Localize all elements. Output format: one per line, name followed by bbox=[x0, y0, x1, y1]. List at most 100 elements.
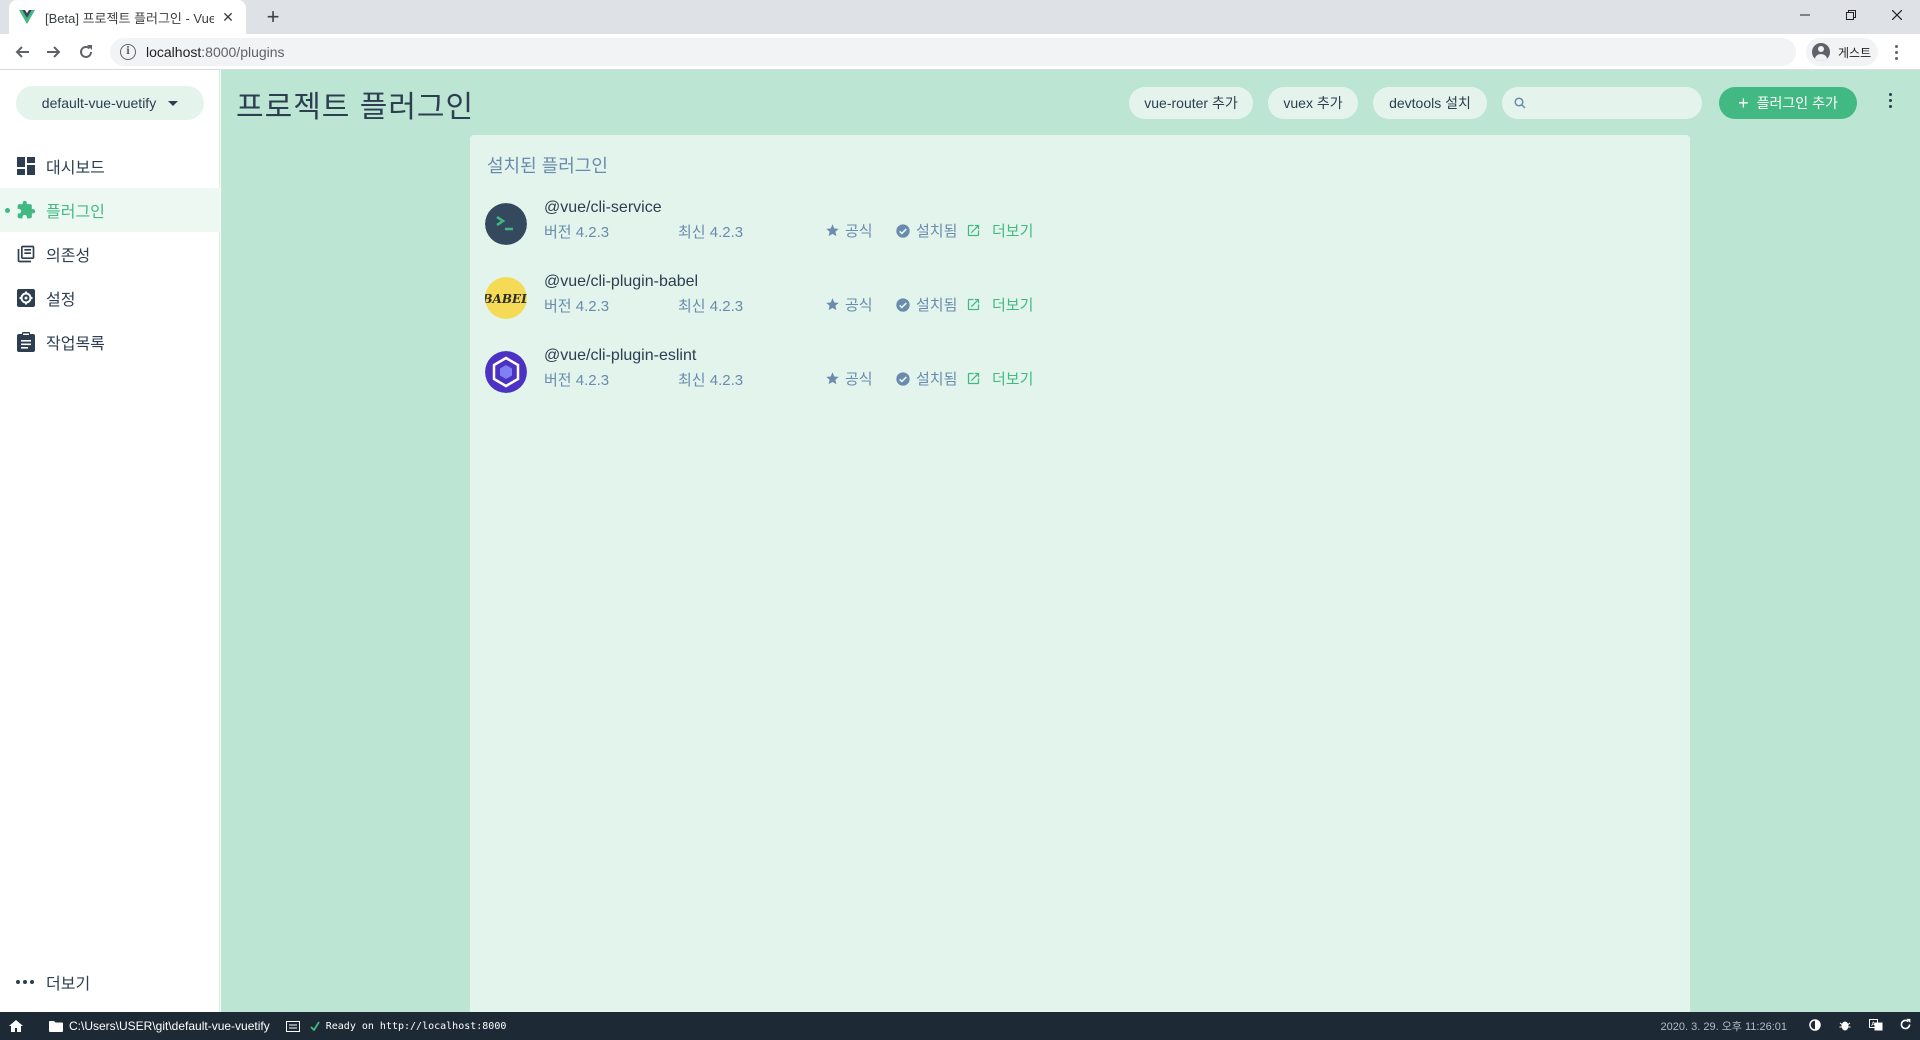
browser-menu-icon[interactable] bbox=[1886, 42, 1906, 62]
browser-toolbar: i localhost:8000/plugins 게스트 bbox=[0, 34, 1920, 70]
project-path-text: C:\Users\USER\git\default-vue-vuetify bbox=[69, 1019, 270, 1033]
chevron-down-icon bbox=[168, 100, 179, 106]
profile-button[interactable]: 게스트 bbox=[1806, 38, 1878, 66]
plugin-latest: 최신 4.2.3 bbox=[678, 224, 744, 241]
status-bar: C:\Users\USER\git\default-vue-vuetify Re… bbox=[0, 1012, 1920, 1040]
sidebar-item-label: 플러그인 bbox=[46, 204, 105, 221]
check-circle-icon bbox=[896, 223, 910, 238]
installed-badge: 설치됨 bbox=[895, 294, 957, 315]
more-info-link[interactable]: 더보기 bbox=[966, 220, 1033, 241]
plugin-item[interactable]: @vue/cli-service 버전 4.2.3 최신 4.2.3 공식 설치… bbox=[485, 197, 1665, 249]
library-icon bbox=[16, 244, 36, 264]
puzzle-icon bbox=[16, 200, 36, 220]
restore-button[interactable] bbox=[1828, 0, 1874, 30]
sidebar-more-button[interactable]: 더보기 bbox=[16, 970, 90, 994]
plugin-version: 버전 4.2.3 bbox=[544, 298, 610, 315]
address-bar[interactable]: i localhost:8000/plugins bbox=[110, 38, 1796, 66]
vue-ui-app: default-vue-vuetify 대시보드 플러그인 의존성 설정 작업목… bbox=[0, 70, 1920, 1012]
plugin-item[interactable]: BABEL @vue/cli-plugin-babel 버전 4.2.3 최신 … bbox=[485, 271, 1665, 323]
official-badge: 공식 bbox=[825, 368, 873, 389]
panel-title: 설치된 플러그인 bbox=[487, 156, 608, 176]
plugin-version: 버전 4.2.3 bbox=[544, 372, 610, 389]
new-tab-button[interactable]: + bbox=[260, 5, 286, 31]
reload-icon[interactable] bbox=[72, 38, 100, 66]
sidebar-item-dependencies[interactable]: 의존성 bbox=[0, 232, 220, 276]
dashboard-icon bbox=[16, 156, 36, 176]
eslint-logo bbox=[485, 351, 527, 393]
add-vuex-button[interactable]: vuex 추가 bbox=[1268, 87, 1358, 119]
bug-icon[interactable] bbox=[1839, 1019, 1851, 1034]
plugin-name: @vue/cli-service bbox=[544, 199, 662, 216]
add-vue-router-button[interactable]: vue-router 추가 bbox=[1129, 87, 1253, 119]
project-path[interactable]: C:\Users\USER\git\default-vue-vuetify bbox=[49, 1019, 270, 1033]
check-circle-icon bbox=[896, 371, 910, 386]
forward-icon[interactable] bbox=[40, 38, 68, 66]
minimize-button[interactable] bbox=[1782, 0, 1828, 30]
project-selector[interactable]: default-vue-vuetify bbox=[16, 86, 204, 120]
home-icon[interactable] bbox=[9, 1020, 23, 1032]
external-link-icon bbox=[967, 224, 980, 237]
plugin-version: 버전 4.2.3 bbox=[544, 224, 610, 241]
add-plugin-label: 플러그인 추가 bbox=[1756, 95, 1838, 111]
plugin-latest: 최신 4.2.3 bbox=[678, 298, 744, 315]
project-name: default-vue-vuetify bbox=[41, 95, 157, 111]
back-icon[interactable] bbox=[8, 38, 36, 66]
plugin-search[interactable] bbox=[1502, 87, 1702, 119]
more-horizontal-icon bbox=[16, 980, 36, 984]
close-icon[interactable]: ✕ bbox=[220, 9, 236, 25]
installed-badge: 설치됨 bbox=[895, 220, 957, 241]
guest-avatar-icon bbox=[1812, 43, 1830, 61]
plugin-item[interactable]: @vue/cli-plugin-eslint 버전 4.2.3 최신 4.2.3… bbox=[485, 345, 1665, 397]
info-icon[interactable]: i bbox=[120, 44, 136, 60]
sidebar-item-settings[interactable]: 설정 bbox=[0, 276, 220, 320]
plus-icon: + bbox=[1738, 93, 1749, 113]
sidebar-more-label: 더보기 bbox=[46, 976, 91, 993]
clipboard-icon bbox=[16, 332, 36, 352]
browser-tab[interactable]: [Beta] 프로젝트 플러그인 - Vue ✕ bbox=[9, 0, 246, 34]
plugin-name: @vue/cli-plugin-eslint bbox=[544, 347, 697, 364]
gear-icon bbox=[16, 288, 36, 308]
datetime: 2020. 3. 29. 오후 11:26:01 bbox=[1660, 1021, 1787, 1033]
sidebar-nav: 대시보드 플러그인 의존성 설정 작업목록 bbox=[0, 144, 220, 364]
profile-label: 게스트 bbox=[1838, 45, 1872, 60]
plugin-name: @vue/cli-plugin-babel bbox=[544, 273, 699, 290]
refresh-icon[interactable] bbox=[1899, 1018, 1912, 1034]
babel-logo: BABEL bbox=[485, 277, 527, 319]
sidebar-item-plugins[interactable]: 플러그인 bbox=[0, 188, 220, 232]
page-title: 프로젝트 플러그인 bbox=[236, 91, 475, 124]
console-log[interactable]: Ready on http://localhost:8000 bbox=[285, 1020, 507, 1032]
sidebar-item-label: 대시보드 bbox=[46, 160, 105, 177]
check-icon bbox=[310, 1021, 320, 1031]
sidebar: default-vue-vuetify 대시보드 플러그인 의존성 설정 작업목… bbox=[0, 70, 220, 1012]
official-badge: 공식 bbox=[825, 220, 873, 241]
sidebar-item-dashboard[interactable]: 대시보드 bbox=[0, 144, 220, 188]
folder-icon bbox=[49, 1020, 63, 1032]
add-plugin-button[interactable]: + 플러그인 추가 bbox=[1719, 87, 1857, 119]
search-icon bbox=[1514, 97, 1526, 109]
more-info-link[interactable]: 더보기 bbox=[966, 368, 1033, 389]
tab-title: [Beta] 프로젝트 플러그인 - Vue bbox=[45, 10, 214, 26]
plugin-latest: 최신 4.2.3 bbox=[678, 372, 744, 389]
dark-mode-icon[interactable] bbox=[1809, 1018, 1821, 1034]
babel-logo-text: BABEL bbox=[485, 292, 527, 306]
vue-cli-logo bbox=[485, 203, 527, 245]
main-content: 프로젝트 플러그인 vue-router 추가 vuex 추가 devtools… bbox=[221, 70, 1920, 1012]
message-icon bbox=[285, 1020, 300, 1032]
sidebar-item-label: 의존성 bbox=[46, 248, 91, 265]
more-info-link[interactable]: 더보기 bbox=[966, 294, 1033, 315]
official-badge: 공식 bbox=[825, 294, 873, 315]
installed-plugins-panel: 설치된 플러그인 @vue/cli-service 버전 4.2.3 최신 4.… bbox=[470, 135, 1690, 1012]
browser-tab-strip: [Beta] 프로젝트 플러그인 - Vue ✕ + bbox=[0, 0, 1920, 34]
more-vertical-icon[interactable] bbox=[1883, 93, 1897, 113]
status-right: 2020. 3. 29. 오후 11:26:01 A bbox=[1661, 1012, 1920, 1040]
star-icon bbox=[826, 224, 839, 237]
translate-icon[interactable]: A bbox=[1869, 1018, 1883, 1034]
star-icon bbox=[826, 298, 839, 311]
sidebar-item-label: 설정 bbox=[46, 292, 76, 309]
url-text: localhost:8000/plugins bbox=[146, 44, 285, 60]
search-input[interactable] bbox=[1534, 95, 1694, 111]
close-window-button[interactable] bbox=[1874, 0, 1920, 30]
sidebar-item-tasks[interactable]: 작업목록 bbox=[0, 320, 220, 364]
install-devtools-button[interactable]: devtools 설치 bbox=[1373, 87, 1487, 119]
log-text: Ready on http://localhost:8000 bbox=[325, 1020, 507, 1032]
